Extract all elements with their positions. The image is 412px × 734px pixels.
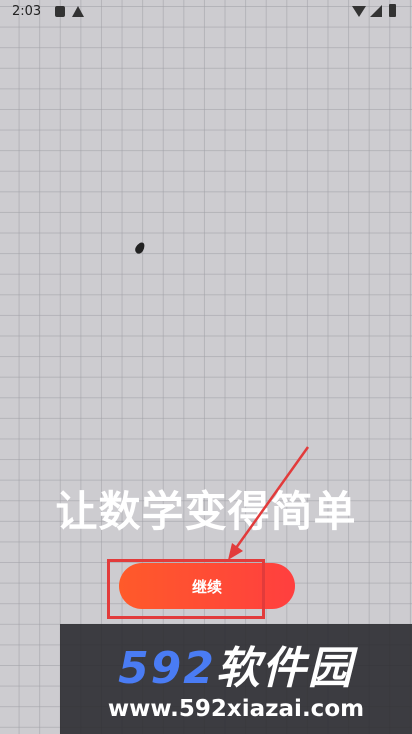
watermark-logo: 592软件园	[60, 632, 412, 696]
watermark-logo-digits: 592	[118, 643, 216, 694]
watermark-logo-text: 软件园	[215, 643, 354, 694]
watermark: 592软件园 www.592xiazai.com	[60, 624, 412, 734]
watermark-url: www.592xiazai.com	[107, 696, 365, 722]
